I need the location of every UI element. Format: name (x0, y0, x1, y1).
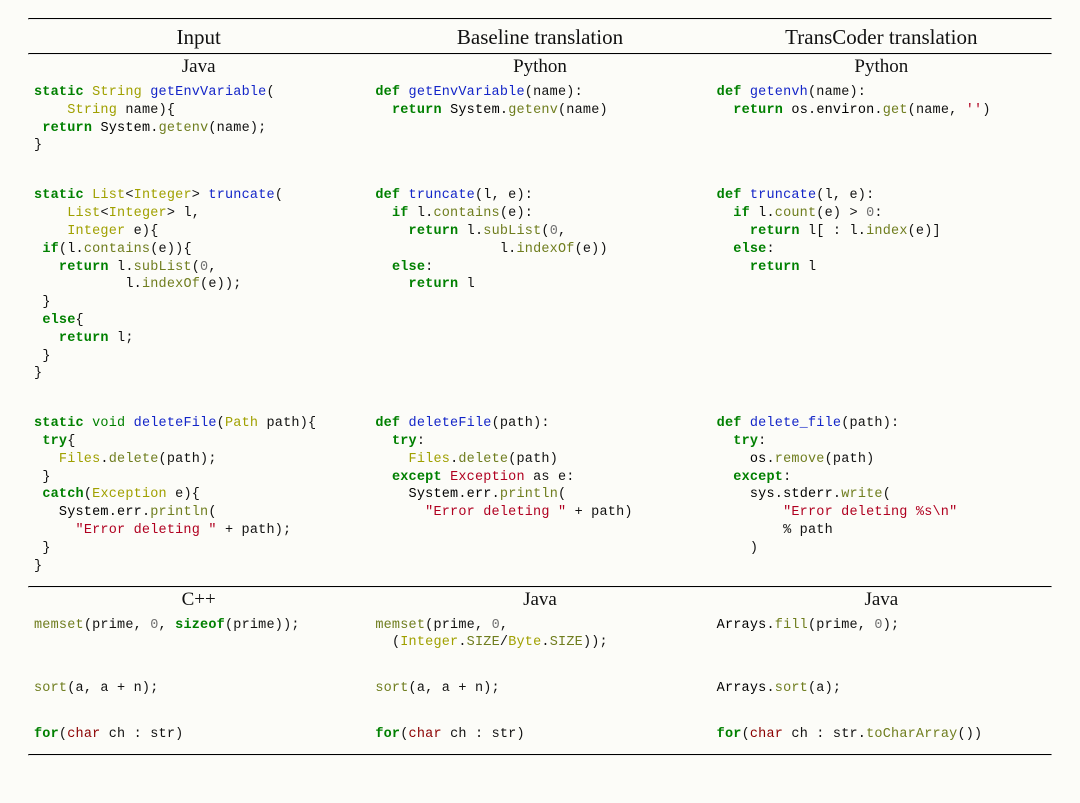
lang-python-1: Python (369, 55, 710, 80)
code-input-5: sort(a, a + n); (34, 680, 363, 698)
col-header-input: Input (28, 20, 369, 53)
lang-cpp: C++ (28, 588, 369, 613)
code-baseline-3: def deleteFile(path): try: Files.delete(… (375, 415, 704, 522)
code-transcoder-5: Arrays.sort(a); (717, 680, 1046, 698)
code-baseline-4: memset(prime, 0, (Integer.SIZE/Byte.SIZE… (375, 617, 704, 653)
code-input-4: memset(prime, 0, sizeof(prime)); (34, 617, 363, 635)
example-4: memset(prime, 0, sizeof(prime)); memset(… (28, 613, 1052, 663)
code-input-6: for(char ch : str) (34, 726, 363, 744)
example-6: for(char ch : str) for(char ch : str) fo… (28, 722, 1052, 754)
example-2: static List<Integer> truncate( List<Inte… (28, 183, 1052, 393)
example-3: static void deleteFile(Path path){ try{ … (28, 411, 1052, 585)
column-header-row: Input Baseline translation TransCoder tr… (28, 20, 1052, 53)
lang-row-2: C++ Java Java (28, 588, 1052, 613)
col-header-transcoder: TransCoder translation (711, 20, 1052, 53)
lang-row-1: Java Python Python (28, 55, 1052, 80)
col-header-baseline: Baseline translation (369, 20, 710, 53)
code-baseline-5: sort(a, a + n); (375, 680, 704, 698)
example-1: static String getEnvVariable( String nam… (28, 80, 1052, 165)
bottom-rule (28, 754, 1052, 756)
code-baseline-1: def getEnvVariable(name): return System.… (375, 84, 704, 120)
code-input-2: static List<Integer> truncate( List<Inte… (34, 187, 363, 383)
code-transcoder-6: for(char ch : str.toCharArray()) (717, 726, 1046, 744)
lang-python-2: Python (711, 55, 1052, 80)
figure-table: Input Baseline translation TransCoder tr… (28, 18, 1052, 756)
code-transcoder-4: Arrays.fill(prime, 0); (717, 617, 1046, 635)
code-baseline-6: for(char ch : str) (375, 726, 704, 744)
code-transcoder-1: def getenvh(name): return os.environ.get… (717, 84, 1046, 120)
code-input-1: static String getEnvVariable( String nam… (34, 84, 363, 155)
lang-java-3: Java (711, 588, 1052, 613)
lang-java-2: Java (369, 588, 710, 613)
code-input-3: static void deleteFile(Path path){ try{ … (34, 415, 363, 575)
code-transcoder-2: def truncate(l, e): if l.count(e) > 0: r… (717, 187, 1046, 276)
lang-java: Java (28, 55, 369, 80)
code-transcoder-3: def delete_file(path): try: os.remove(pa… (717, 415, 1046, 558)
code-baseline-2: def truncate(l, e): if l.contains(e): re… (375, 187, 704, 294)
example-5: sort(a, a + n); sort(a, a + n); Arrays.s… (28, 676, 1052, 708)
